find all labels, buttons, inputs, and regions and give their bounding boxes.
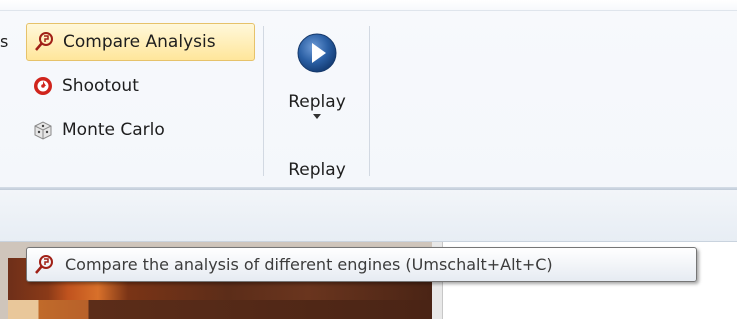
ribbon-group-separator	[263, 26, 264, 176]
compare-analysis-label: Compare Analysis	[63, 32, 216, 52]
replay-button[interactable]: Replay	[277, 28, 357, 150]
compare-analysis-icon	[33, 254, 55, 276]
monte-carlo-button[interactable]: Monte Carlo	[26, 111, 173, 149]
replay-play-icon	[296, 32, 338, 74]
chess-board-squares	[8, 300, 432, 319]
tooltip: Compare the analysis of different engine…	[26, 247, 697, 282]
monte-carlo-dice-icon	[32, 119, 54, 141]
ribbon-top-border	[0, 10, 737, 11]
shootout-icon	[32, 75, 54, 97]
compare-analysis-button[interactable]: Compare Analysis	[26, 23, 255, 61]
toolbar-strip	[0, 190, 737, 242]
compare-analysis-icon	[33, 31, 55, 53]
ribbon-group-separator	[369, 26, 370, 176]
truncated-ribbon-label: s	[0, 32, 9, 51]
monte-carlo-label: Monte Carlo	[62, 120, 165, 140]
shootout-label: Shootout	[62, 76, 139, 96]
shootout-button[interactable]: Shootout	[26, 67, 147, 105]
replay-group-label: Replay	[288, 160, 346, 180]
tooltip-text: Compare the analysis of different engine…	[65, 255, 553, 274]
chevron-down-icon	[313, 114, 321, 119]
replay-button-label: Replay	[288, 92, 346, 112]
